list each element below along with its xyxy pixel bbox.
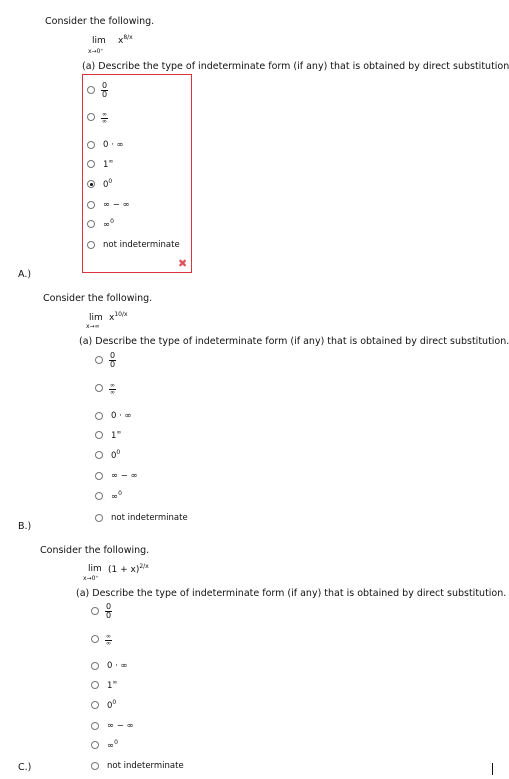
radio-button[interactable] (87, 201, 95, 209)
problem-a-question: (a) Describe the type of indeterminate f… (82, 61, 509, 72)
option-zero-times-inf[interactable]: 0 · ∞ (95, 409, 132, 423)
option-one-pow-inf[interactable]: 1∞ (95, 428, 121, 442)
option-inf-minus-inf[interactable]: ∞ − ∞ (95, 469, 138, 483)
limit-expression: x10/x (109, 311, 128, 323)
radio-button[interactable] (87, 220, 95, 228)
radio-button[interactable] (95, 412, 103, 420)
option-zero-times-inf[interactable]: 0 · ∞ (87, 138, 124, 152)
option-one-pow-inf[interactable]: 1∞ (91, 678, 117, 692)
problem-b-question: (a) Describe the type of indeterminate f… (79, 336, 509, 347)
option-not-indeterminate[interactable]: not indeterminate (91, 759, 184, 773)
x-mark-icon: ✖ (178, 257, 188, 270)
lim-word: lim (89, 313, 103, 323)
radio-button[interactable] (87, 86, 95, 94)
radio-button[interactable] (91, 741, 99, 749)
option-inf-over-inf[interactable]: ∞ ∞ (87, 110, 108, 125)
option-inf-minus-inf[interactable]: ∞ − ∞ (91, 719, 134, 733)
option-zero-pow-zero[interactable]: 00 (87, 177, 112, 191)
option-one-pow-inf[interactable]: 1∞ (87, 157, 113, 171)
lim-subscript: x→0⁺ (83, 575, 99, 582)
option-zero-pow-zero[interactable]: 00 (91, 698, 116, 712)
radio-button[interactable] (87, 241, 95, 249)
answer-letter-c: C.) (18, 762, 32, 773)
problem-c-question: (a) Describe the type of indeterminate f… (76, 588, 507, 599)
option-zero-times-inf[interactable]: 0 · ∞ (91, 659, 128, 673)
lim-subscript: x→∞ (86, 323, 100, 330)
limit-expression: x8/x (118, 34, 133, 46)
radio-button[interactable] (95, 431, 103, 439)
answer-letter-b: B.) (18, 521, 32, 532)
option-zero-over-zero[interactable]: 00 (91, 603, 113, 620)
lim-subscript: x→0⁺ (88, 48, 104, 55)
limit-expression: (1 + x)2/x (108, 563, 149, 575)
radio-button-selected[interactable] (87, 180, 95, 188)
option-not-indeterminate[interactable]: not indeterminate (95, 511, 188, 525)
option-inf-minus-inf[interactable]: ∞ − ∞ (87, 198, 130, 212)
radio-button[interactable] (91, 607, 99, 615)
radio-button[interactable] (91, 662, 99, 670)
option-inf-pow-zero[interactable]: ∞0 (87, 217, 114, 231)
radio-button[interactable] (91, 701, 99, 709)
radio-button[interactable] (91, 762, 99, 770)
problem-c-limit: lim x→0⁺ (1 + x)2/x (83, 563, 149, 582)
radio-button[interactable] (95, 451, 103, 459)
problem-b-prompt: Consider the following. (43, 293, 153, 304)
option-zero-over-zero[interactable]: 00 (95, 352, 117, 369)
radio-button[interactable] (87, 113, 95, 121)
option-zero-pow-zero[interactable]: 00 (95, 448, 120, 462)
radio-button[interactable] (95, 492, 103, 500)
radio-button[interactable] (91, 722, 99, 730)
lim-word: lim (92, 36, 106, 46)
radio-button[interactable] (91, 681, 99, 689)
option-inf-over-inf[interactable]: ∞ ∞ (91, 632, 112, 647)
radio-button[interactable] (95, 356, 103, 364)
option-inf-over-inf[interactable]: ∞ ∞ (95, 381, 116, 396)
radio-button[interactable] (95, 384, 103, 392)
text-cursor (492, 763, 493, 775)
problem-b-limit: lim x→∞ x10/x (86, 311, 128, 330)
lim-word: lim (88, 564, 102, 574)
option-not-indeterminate[interactable]: not indeterminate (87, 238, 180, 252)
option-inf-pow-zero[interactable]: ∞0 (91, 738, 118, 752)
radio-button[interactable] (95, 472, 103, 480)
option-zero-over-zero[interactable]: 00 (87, 82, 109, 99)
radio-button[interactable] (87, 160, 95, 168)
answer-letter-a: A.) (18, 269, 32, 280)
radio-button[interactable] (95, 514, 103, 522)
problem-c-prompt: Consider the following. (40, 545, 150, 556)
option-inf-pow-zero[interactable]: ∞0 (95, 489, 122, 503)
radio-button[interactable] (87, 141, 95, 149)
problem-a-limit: lim x→0⁺ x8/x (88, 34, 133, 55)
radio-button[interactable] (91, 635, 99, 643)
problem-a-prompt: Consider the following. (45, 16, 155, 27)
